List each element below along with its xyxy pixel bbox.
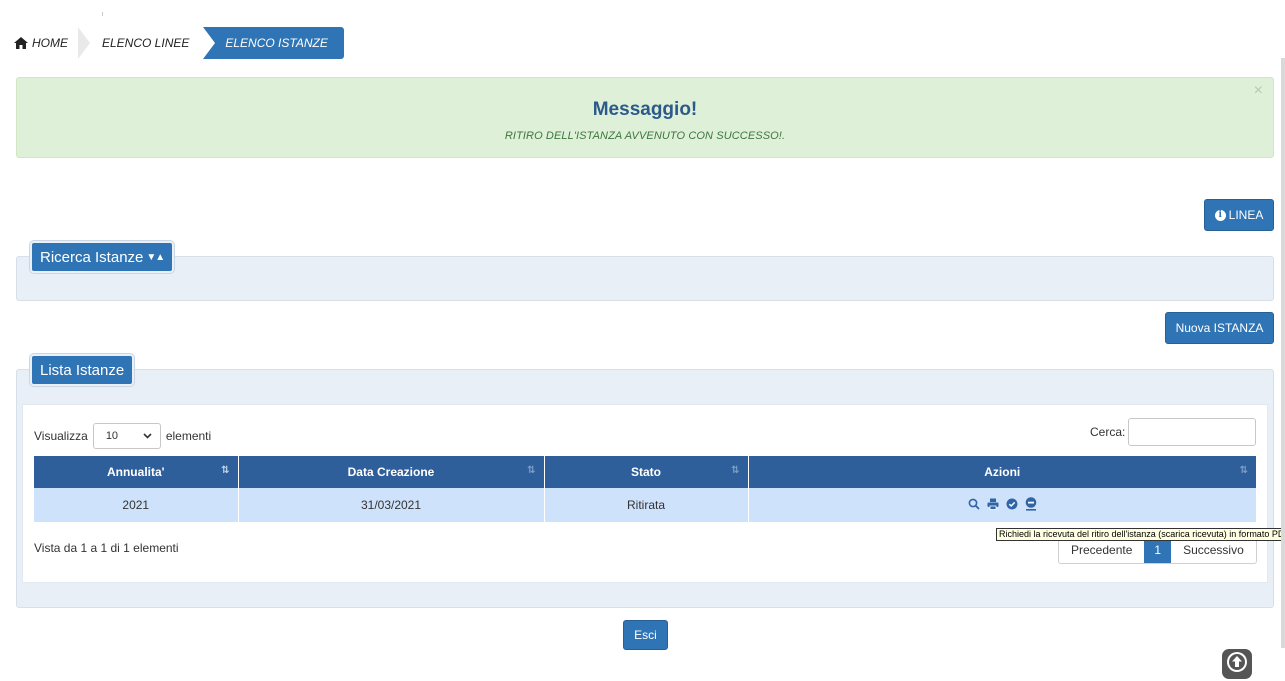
column-data-creazione[interactable]: Data Creazione ⇅ [238, 456, 545, 488]
page-length-control: Visualizza 10 elementi [34, 423, 211, 449]
esci-button[interactable]: Esci [623, 620, 668, 650]
linea-button[interactable]: i LINEA [1204, 199, 1274, 231]
download-circle-icon[interactable] [1025, 497, 1037, 511]
caret-toggle-icon: ▼▲ [146, 251, 165, 263]
row-actions [968, 497, 1037, 511]
search-input[interactable] [1128, 418, 1257, 446]
column-data-label: Data Creazione [347, 465, 435, 479]
print-icon[interactable] [987, 498, 999, 510]
success-alert: × Messaggio! RITIRO DELL'ISTANZA AVVENUT… [16, 77, 1274, 158]
top-tick [102, 12, 103, 16]
search-panel [16, 256, 1274, 301]
table-search: Cerca: [1090, 418, 1257, 446]
chevron-down-icon [143, 431, 152, 441]
search-icon[interactable] [968, 498, 980, 510]
breadcrumb-separator [203, 27, 216, 59]
sort-icon: ⇅ [1239, 465, 1248, 476]
cell-data-creazione: 31/03/2021 [238, 488, 545, 522]
sort-icon: ⇅ [527, 465, 536, 476]
search-panel-title: Ricerca Istanze [40, 248, 144, 266]
search-panel-toggle[interactable]: Ricerca Istanze ▼▲ [30, 241, 175, 273]
action-tooltip: Richiedi la ricevuta del ritiro dell'ist… [996, 528, 1285, 541]
alert-title: Messaggio! [592, 99, 698, 120]
table-header-row: Annualita' ⇅ Data Creazione ⇅ Stato ⇅ Az… [34, 456, 1256, 488]
breadcrumb-separator [78, 27, 90, 59]
search-label: Cerca: [1090, 425, 1126, 439]
nuova-istanza-button[interactable]: Nuova ISTANZA [1165, 312, 1274, 344]
page-length-select[interactable]: 10 [92, 423, 161, 449]
length-prefix: Visualizza [34, 429, 88, 443]
column-annualita[interactable]: Annualita' ⇅ [34, 456, 239, 488]
length-suffix: elementi [165, 429, 212, 443]
list-panel-title: Lista Istanze [30, 354, 135, 386]
istanze-table: Annualita' ⇅ Data Creazione ⇅ Stato ⇅ Az… [34, 456, 1256, 522]
breadcrumb-home[interactable]: HOME [10, 27, 78, 59]
sort-asc-icon: ⇅ [221, 465, 230, 476]
alert-close-button[interactable]: × [1254, 82, 1263, 100]
info-icon: i [1214, 209, 1226, 221]
alert-message: RITIRO DELL'ISTANZA AVVENUTO CON SUCCESS… [504, 130, 786, 142]
cell-azioni [748, 488, 1256, 522]
column-azioni-label: Azioni [984, 465, 1021, 479]
table-row: 2021 31/03/2021 Ritirata [34, 488, 1256, 522]
scroll-to-top-button[interactable] [1222, 649, 1252, 679]
column-annualita-label: Annualita' [106, 465, 165, 479]
table-info: Vista da 1 a 1 di 1 elementi [34, 541, 179, 555]
column-azioni[interactable]: Azioni ⇅ [748, 456, 1256, 488]
breadcrumb: HOME ELENCO LINEE ELENCO ISTANZE [10, 27, 344, 59]
cell-annualita: 2021 [34, 488, 239, 522]
column-stato-label: Stato [631, 465, 661, 479]
linea-button-label: LINEA [1228, 208, 1264, 222]
page-scrollbar[interactable] [1281, 58, 1285, 648]
sort-icon: ⇅ [731, 465, 740, 476]
breadcrumb-home-label: HOME [32, 36, 68, 50]
page-length-value: 10 [105, 430, 119, 442]
breadcrumb-elenco-istanze[interactable]: ELENCO ISTANZE [203, 27, 344, 59]
column-stato[interactable]: Stato ⇅ [544, 456, 749, 488]
arrow-up-circle-icon [1226, 651, 1248, 678]
check-circle-icon[interactable] [1006, 498, 1018, 510]
breadcrumb-linee-label: ELENCO LINEE [102, 36, 190, 50]
breadcrumb-istanze-label: ELENCO ISTANZE [225, 36, 328, 50]
cell-stato: Ritirata [544, 488, 749, 522]
breadcrumb-elenco-linee[interactable]: ELENCO LINEE [90, 27, 204, 59]
home-icon [14, 37, 28, 49]
